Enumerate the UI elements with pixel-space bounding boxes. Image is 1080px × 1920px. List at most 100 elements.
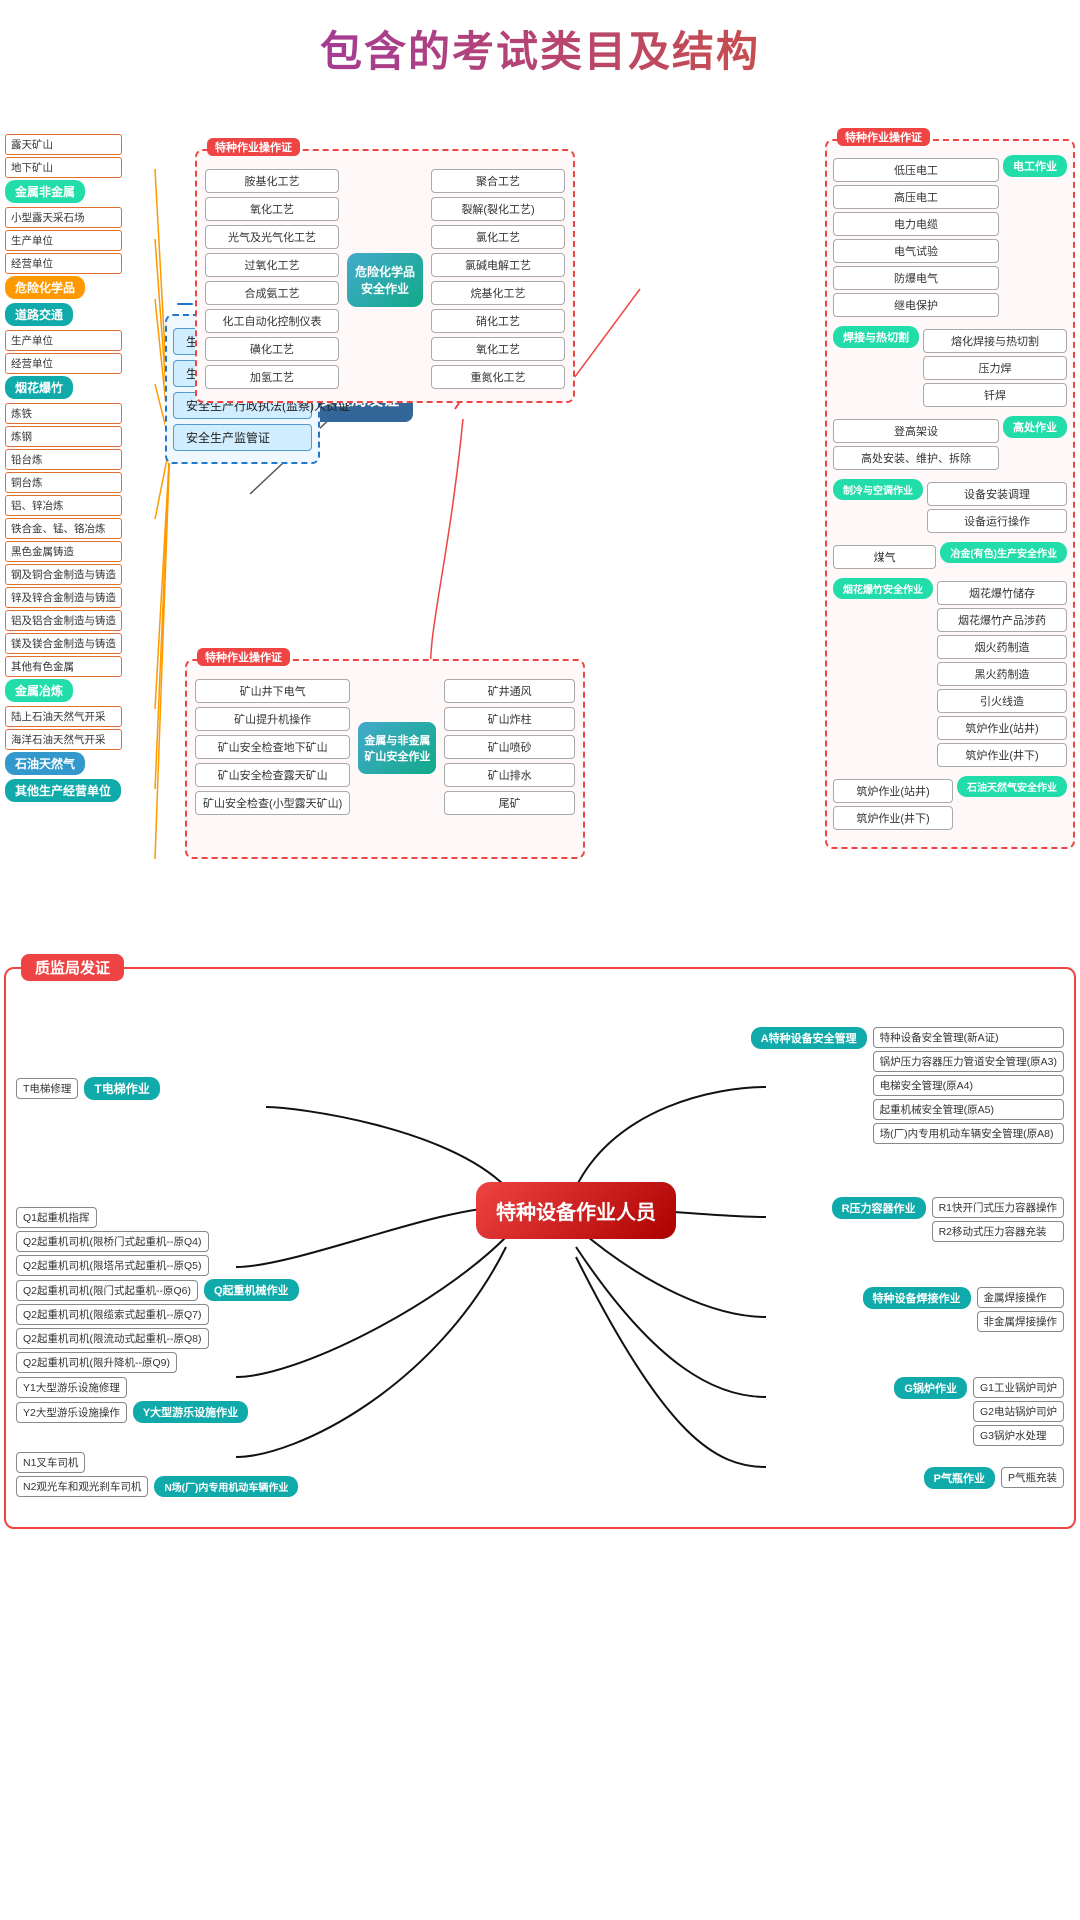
dc-item: 光气及光气化工艺 (205, 225, 339, 249)
dc-item: 聚合工艺 (431, 169, 565, 193)
leaf-node: 锌及锌合金制造与铸造 (5, 587, 122, 608)
leaf-node: 炼钢 (5, 426, 122, 447)
q-label: Q起重机械作业 (204, 1279, 299, 1301)
leaf-node: 铝及铝合金制造与铸造 (5, 610, 122, 631)
right-section-label-electric: 电工作业 (1003, 155, 1067, 177)
leaf-node: 生产单位 (5, 330, 122, 351)
right-item: 熔化焊接与热切割 (923, 329, 1067, 353)
right-item: 设备运行操作 (927, 509, 1067, 533)
dc-item: 重氮化工艺 (431, 365, 565, 389)
y-item: Y2大型游乐设施操作 (16, 1402, 127, 1423)
right-item: 筑炉作业(站井) (937, 716, 1067, 740)
mine-item: 矿山排水 (444, 763, 575, 787)
bottom-mindmap: 特种设备作业人员 T电梯修理 T电梯作业 Q1起重机指挥 Q2起重机司机(限桥门… (16, 987, 1064, 1517)
mine-box: 特种作业操作证 矿山井下电气 矿山提升机操作 矿山安全检查地下矿山 矿山安全检查… (185, 659, 585, 859)
n-group: N1叉车司机 N2观光车和观光刹车司机 N场(厂)内专用机动车辆作业 (16, 1452, 298, 1497)
q-item: Q2起重机司机(限升降机--原Q9) (16, 1352, 177, 1373)
q-item: Q2起重机司机(限门式起重机--原Q6) (16, 1280, 198, 1301)
dc-item: 胺基化工艺 (205, 169, 339, 193)
category-label-daolu: 道路交通 (5, 303, 73, 326)
a-item: 特种设备安全管理(新A证) (873, 1027, 1064, 1048)
bottom-section: 质监局发证 (4, 967, 1076, 1529)
page-title: 包含的考试类目及结构 (0, 0, 1080, 89)
a-item: 电梯安全管理(原A4) (873, 1075, 1064, 1096)
leaf-node: 其他有色金属 (5, 656, 122, 677)
right-item: 黑火药制造 (937, 662, 1067, 686)
mine-center: 金属与非金属矿山安全作业 (358, 722, 436, 774)
weld-item: 非金属焊接操作 (977, 1311, 1065, 1332)
n-item: N1叉车司机 (16, 1452, 85, 1473)
a-item: 场(厂)内专用机动车辆安全管理(原A8) (873, 1123, 1064, 1144)
p-label: P气瓶作业 (924, 1467, 995, 1489)
right-item: 烟花爆竹产品涉药 (937, 608, 1067, 632)
category-label-weixian: 危险化学品 (5, 276, 85, 299)
leaf-node: 露天矿山 (5, 134, 122, 155)
mine-item: 矿山井下电气 (195, 679, 350, 703)
right-item: 设备安装调理 (927, 482, 1067, 506)
dangerous-chem-box: 特种作业操作证 胺基化工艺 氧化工艺 光气及光气化工艺 过氧化工艺 合成氨工艺 … (195, 149, 575, 403)
right-item: 电气试验 (833, 239, 999, 263)
left-tree: 露天矿山 地下矿山 金属非金属 小型露天采石场 生产单位 经营单位 危险化学品 (5, 134, 122, 806)
dc-item: 氧化工艺 (205, 197, 339, 221)
t-sub-label: T电梯修理 (16, 1078, 78, 1099)
q-item: Q2起重机司机(限缆索式起重机--原Q7) (16, 1304, 209, 1325)
right-item: 低压电工 (833, 158, 999, 182)
q-item: Q2起重机司机(限桥门式起重机--原Q4) (16, 1231, 209, 1252)
right-item: 电力电缆 (833, 212, 999, 236)
dc-item: 氯化工艺 (431, 225, 565, 249)
n-item: N2观光车和观光刹车司机 (16, 1476, 148, 1497)
r-label: R压力容器作业 (832, 1197, 926, 1219)
r-group: R压力容器作业 R1快开门式压力容器操作 R2移动式压力容器充装 (832, 1197, 1064, 1242)
mine-item: 矿山提升机操作 (195, 707, 350, 731)
page-wrapper: 包含的考试类目及结构 (0, 0, 1080, 1529)
dc-item: 化工自动化控制仪表 (205, 309, 339, 333)
leaf-node: 地下矿山 (5, 157, 122, 178)
r-item: R2移动式压力容器充装 (932, 1221, 1064, 1242)
top-mindmap: 露天矿山 地下矿山 金属非金属 小型露天采石场 生产单位 经营单位 危险化学品 (0, 89, 1080, 959)
p-group: P气瓶作业 P气瓶充装 (924, 1467, 1064, 1489)
right-item: 压力焊 (923, 356, 1067, 380)
g-item: G3锅炉水处理 (973, 1425, 1064, 1446)
right-section-label-welding: 焊接与热切割 (833, 326, 919, 348)
r-item: R1快开门式压力容器操作 (932, 1197, 1064, 1218)
q-group: Q1起重机指挥 Q2起重机司机(限桥门式起重机--原Q4) Q2起重机司机(限塔… (16, 1207, 299, 1373)
leaf-node: 铝、锌冶炼 (5, 495, 122, 516)
right-item: 登高架设 (833, 419, 999, 443)
right-section-label-metal: 冶金(有色)生产安全作业 (940, 542, 1067, 563)
category-label-other: 其他生产经营单位 (5, 779, 121, 802)
leaf-node: 经营单位 (5, 253, 122, 274)
right-item: 高处安装、维护、拆除 (833, 446, 999, 470)
mine-item: 矿山安全检查露天矿山 (195, 763, 350, 787)
leaf-node: 海洋石油天然气开采 (5, 729, 122, 750)
g-label: G锅炉作业 (894, 1377, 967, 1399)
category-label-jinshu2: 金属冶炼 (5, 679, 73, 702)
mine-item: 矿山喷砂 (444, 735, 575, 759)
p-item: P气瓶充装 (1001, 1467, 1064, 1488)
leaf-node: 小型露天采石场 (5, 207, 122, 228)
leaf-node: 陆上石油天然气开采 (5, 706, 122, 727)
dc-center: 危险化学品安全作业 (347, 253, 423, 307)
leaf-node: 炼铁 (5, 403, 122, 424)
a-item: 起重机械安全管理(原A5) (873, 1099, 1064, 1120)
leaf-node: 钢及铜合金制造与铸造 (5, 564, 122, 585)
dc-item: 烷基化工艺 (431, 281, 565, 305)
t-label: T电梯作业 (84, 1077, 159, 1100)
mine-item: 尾矿 (444, 791, 575, 815)
t-group: T电梯修理 T电梯作业 (16, 1077, 160, 1100)
y-group: Y1大型游乐设施修理 Y2大型游乐设施操作 Y大型游乐设施作业 (16, 1377, 248, 1423)
category-label-yanhua: 烟花爆竹 (5, 376, 73, 399)
g-group: G锅炉作业 G1工业锅炉司炉 G2电站锅炉司炉 G3锅炉水处理 (894, 1377, 1064, 1446)
right-item: 筑炉作业(站井) (833, 779, 953, 803)
mine-item: 矿井通风 (444, 679, 575, 703)
right-item: 引火线造 (937, 689, 1067, 713)
right-item: 筑炉作业(井下) (833, 806, 953, 830)
right-item: 烟花爆竹储存 (937, 581, 1067, 605)
dc-item: 氯碱电解工艺 (431, 253, 565, 277)
mine-item: 矿山炸柱 (444, 707, 575, 731)
leaf-node: 铅台炼 (5, 449, 122, 470)
y-item: Y1大型游乐设施修理 (16, 1377, 127, 1398)
leaf-node: 黑色金属铸造 (5, 541, 122, 562)
right-tezuo-box: 特种作业操作证 低压电工 高压电工 电力电缆 电气试验 防爆电气 继电保护 电工… (825, 139, 1075, 849)
weld-label: 特种设备焊接作业 (863, 1287, 971, 1309)
right-item: 防爆电气 (833, 266, 999, 290)
